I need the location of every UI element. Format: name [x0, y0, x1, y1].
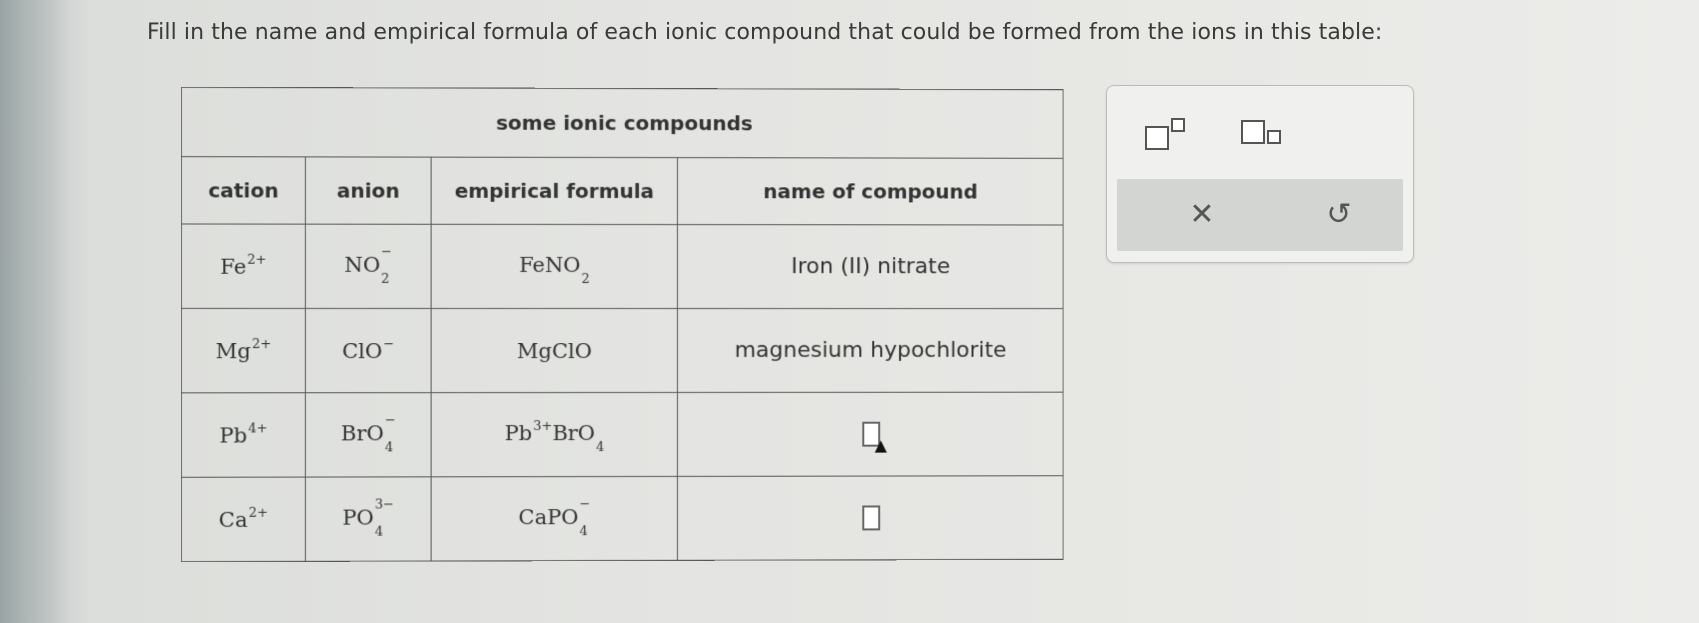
formula-cell[interactable]: MgClO	[431, 308, 678, 393]
mouse-cursor-icon: ▲	[874, 435, 887, 455]
superscript-template-icon[interactable]	[1145, 114, 1195, 154]
compound-name-cell[interactable]: magnesium hypochlorite	[677, 308, 1064, 393]
compound-name-cell[interactable]: Iron (II) nitrate	[677, 224, 1064, 309]
cation-cell: Ca 2+	[181, 477, 306, 562]
table-caption: some ionic compounds	[181, 87, 1064, 159]
table-row: Ca 2+ PO 3− 4 CaPO −4	[181, 475, 1064, 562]
cation-cell: Fe 2+	[181, 223, 306, 309]
clear-icon[interactable]: ✕	[1182, 197, 1222, 233]
table-row: Fe 2+ NO −2 FeNO 2 Iron (II) nitrate	[181, 223, 1064, 309]
toolbar-action-bar: ✕ ↺	[1117, 179, 1403, 251]
table-row: Mg 2+ ClO − MgClO magnesium hypochlorite	[181, 308, 1064, 393]
ionic-compounds-table: some ionic compounds cation anion empiri…	[181, 87, 1064, 562]
header-empirical-formula: empirical formula	[431, 157, 678, 225]
compound-name-cell[interactable]: ▲	[677, 392, 1064, 477]
cation-cell: Mg 2+	[181, 308, 306, 393]
cation-cell: Pb 4+	[181, 392, 306, 478]
header-cation: cation	[181, 156, 306, 225]
subscript-template-icon[interactable]	[1241, 114, 1291, 154]
question-prompt: Fill in the name and empirical formula o…	[147, 20, 1383, 45]
anion-cell: ClO −	[305, 308, 432, 393]
anion-cell: NO −2	[305, 224, 432, 309]
formula-cell[interactable]: FeNO 2	[431, 224, 678, 309]
table-row: Pb 4+ BrO −4 Pb 3+ BrO 4 ▲	[181, 392, 1064, 478]
anion-cell: PO 3− 4	[305, 476, 432, 562]
undo-icon[interactable]: ↺	[1319, 197, 1359, 233]
formula-cell[interactable]: CaPO −4	[431, 476, 678, 562]
compound-name-input[interactable]	[861, 505, 880, 531]
compound-name-cell[interactable]	[677, 475, 1064, 561]
math-input-toolbar: ✕ ↺	[1106, 85, 1414, 263]
header-anion: anion	[305, 156, 432, 225]
anion-cell: BrO −4	[305, 392, 432, 478]
header-name-of-compound: name of compound	[677, 157, 1064, 226]
formula-cell[interactable]: Pb 3+ BrO 4	[431, 392, 678, 477]
